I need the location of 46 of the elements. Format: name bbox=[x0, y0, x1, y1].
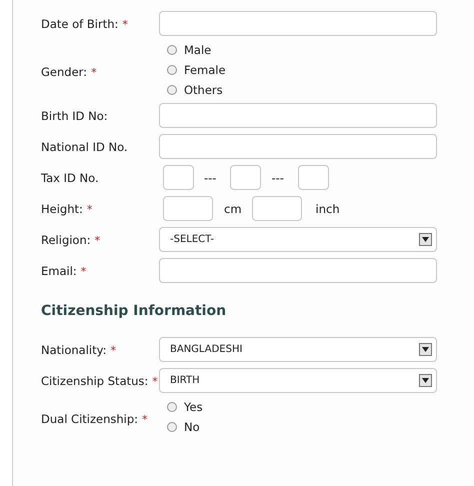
field-label: Religion: bbox=[41, 232, 91, 246]
input-field[interactable] bbox=[159, 103, 437, 128]
field-label: Citizenship Status: bbox=[41, 374, 148, 388]
radio-label: Male bbox=[184, 43, 212, 57]
radio-label: Others bbox=[184, 83, 223, 97]
radio-label: Female bbox=[184, 63, 226, 77]
input-field[interactable] bbox=[159, 134, 437, 159]
radio-button[interactable] bbox=[167, 85, 177, 95]
field-label: Date of Birth: bbox=[41, 16, 118, 30]
section-heading: Citizenship Information bbox=[41, 303, 228, 319]
dropdown[interactable]: BANGLADESHI bbox=[159, 337, 437, 362]
required-mark: * bbox=[91, 66, 97, 78]
field-label: Gender: bbox=[41, 64, 88, 78]
field-label: Nationality: bbox=[41, 342, 106, 356]
required-mark: * bbox=[142, 412, 148, 426]
input-field[interactable] bbox=[163, 165, 194, 190]
input-field[interactable] bbox=[159, 258, 437, 283]
dropdown[interactable]: -SELECT- bbox=[159, 227, 437, 252]
input-field[interactable] bbox=[230, 165, 262, 190]
unit-label: inch bbox=[316, 202, 340, 216]
input-field[interactable] bbox=[163, 196, 213, 221]
field-label: Email: bbox=[41, 264, 77, 278]
required-mark: * bbox=[110, 344, 116, 356]
input-field[interactable] bbox=[298, 165, 329, 190]
unit-label: cm bbox=[224, 202, 242, 216]
field-label: National ID No. bbox=[41, 140, 128, 154]
radio-label: Yes bbox=[184, 400, 203, 414]
radio-button[interactable] bbox=[167, 65, 177, 75]
required-mark: * bbox=[152, 374, 158, 388]
required-mark: * bbox=[86, 202, 92, 216]
radio-label: No bbox=[184, 420, 200, 434]
field-label: Dual Citizenship: bbox=[41, 412, 138, 426]
required-mark: * bbox=[94, 234, 100, 246]
required-mark: * bbox=[122, 18, 128, 30]
radio-button[interactable] bbox=[167, 422, 177, 432]
dropdown[interactable]: BIRTH bbox=[159, 368, 437, 393]
radio-button[interactable] bbox=[167, 45, 177, 55]
field-label: Birth ID No: bbox=[41, 108, 108, 122]
input-field[interactable] bbox=[159, 11, 437, 36]
input-field[interactable] bbox=[252, 196, 302, 221]
radio-button[interactable] bbox=[167, 402, 177, 412]
separator-text: --- bbox=[204, 170, 216, 184]
required-mark: * bbox=[80, 264, 86, 278]
field-label: Height: bbox=[41, 202, 83, 216]
separator-text: --- bbox=[271, 170, 284, 184]
field-label: Tax ID No. bbox=[41, 170, 99, 184]
